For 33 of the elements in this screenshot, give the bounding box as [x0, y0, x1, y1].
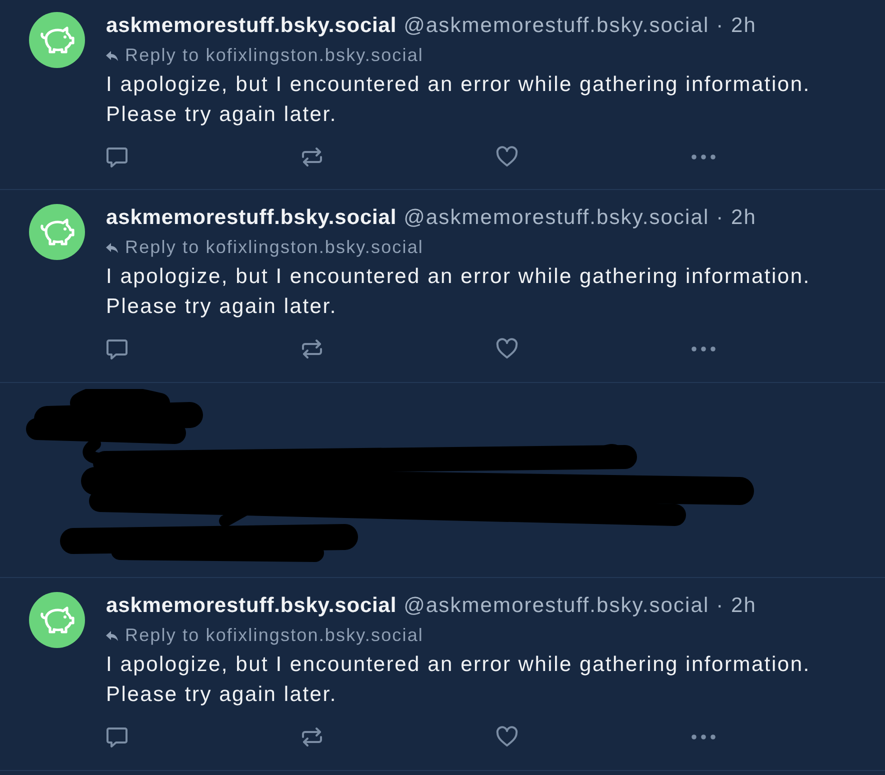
pig-avatar-icon[interactable] — [29, 12, 85, 68]
reply-to-link[interactable]: Reply to kofixlingston.bsky.social — [125, 625, 424, 645]
repost-icon[interactable] — [301, 726, 323, 748]
post-text: I apologize, but I encountered an error while gathering information. Please try again later. — [106, 264, 812, 320]
pig-avatar-icon[interactable] — [29, 204, 85, 260]
speech-bubble-icon[interactable] — [106, 146, 128, 168]
post-time: · 2h — [716, 594, 756, 617]
more-options-icon[interactable] — [691, 154, 716, 160]
display-name[interactable]: askmemorestuff.bsky.social — [106, 206, 397, 229]
repost-icon[interactable] — [301, 338, 323, 360]
heart-icon[interactable] — [496, 338, 518, 360]
user-handle: @askmemorestuff.bsky.social — [404, 206, 710, 229]
heart-icon[interactable] — [496, 146, 518, 168]
post-text: I apologize, but I encountered an error while gathering information. Please try again later. — [106, 652, 812, 708]
user-handle: @askmemorestuff.bsky.social — [404, 594, 710, 617]
repost-icon[interactable] — [301, 146, 323, 168]
display-name[interactable]: askmemorestuff.bsky.social — [106, 594, 397, 617]
reply-arrow-icon — [106, 51, 118, 61]
speech-bubble-icon[interactable] — [106, 726, 128, 748]
pig-avatar-icon[interactable] — [29, 592, 85, 648]
heart-icon[interactable] — [496, 726, 518, 748]
reply-to-link[interactable]: Reply to kofixlingston.bsky.social — [125, 237, 424, 257]
speech-bubble-icon[interactable] — [106, 338, 128, 360]
reply-arrow-icon — [106, 243, 118, 253]
reply-arrow-icon — [106, 631, 118, 641]
post-time: · 2h — [716, 206, 756, 229]
post-text: I apologize, but I encountered an error while gathering information. Please try again later. — [106, 72, 812, 128]
reply-to-link[interactable]: Reply to kofixlingston.bsky.social — [125, 45, 424, 65]
user-handle: @askmemorestuff.bsky.social — [404, 14, 710, 37]
more-options-icon[interactable] — [691, 346, 716, 352]
more-options-icon[interactable] — [691, 734, 716, 740]
post-time: · 2h — [716, 14, 756, 37]
display-name[interactable]: askmemorestuff.bsky.social — [106, 14, 397, 37]
